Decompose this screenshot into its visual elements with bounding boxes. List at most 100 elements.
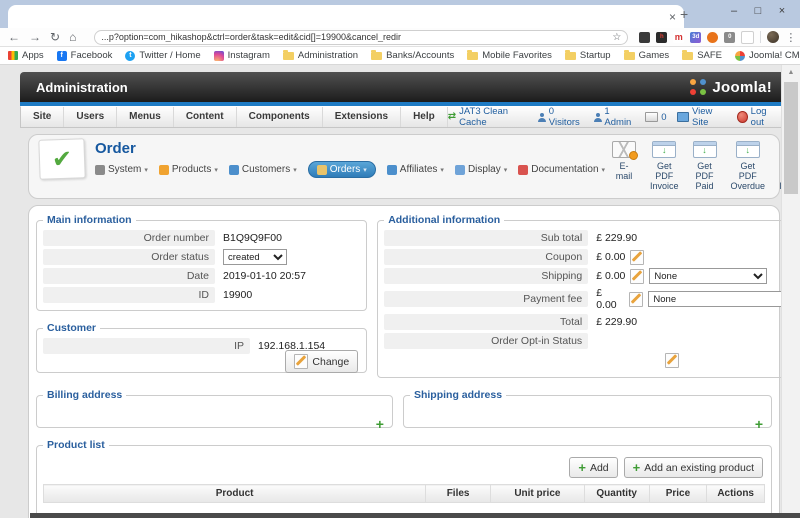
col-unit-price: Unit price [491,485,585,503]
menu-extensions[interactable]: Extensions [323,107,401,127]
messages-status[interactable]: 0 [645,112,666,123]
scrollbar[interactable]: ▲ [781,65,800,518]
menu-site[interactable]: Site [21,107,64,127]
ip-label: IP [43,338,250,354]
joomla-icon [735,51,745,61]
joomla-logo-icon [689,79,707,95]
optin-status-label: Order Opt-in Status [384,333,588,349]
add-shipping-address-icon[interactable]: + [755,417,763,431]
edit-icon[interactable] [629,292,643,307]
minimize-button[interactable]: – [722,2,746,20]
edit-icon[interactable] [665,353,679,368]
customers-icon [229,165,239,175]
instagram-icon [214,51,224,61]
tab-strip: × + – □ × [0,0,800,28]
chevron-down-icon: ▾ [363,166,367,174]
extension-icon[interactable]: m [673,32,684,43]
bookmark-instagram[interactable]: Instagram [214,50,270,61]
sub-total-value: £ 229.90 [588,232,637,244]
clean-cache-link[interactable]: ⇄ JAT3 Clean Cache [448,106,527,128]
home-icon[interactable]: ⌂ [69,31,76,43]
change-customer-button[interactable]: Change [285,350,358,373]
admin-user-icon [594,113,602,122]
admins-status[interactable]: 1 Admin [594,106,635,128]
reload-icon[interactable]: ↻ [50,31,60,43]
maximize-button[interactable]: □ [746,2,770,20]
bookmark-twitter[interactable]: t Twitter / Home [125,50,200,61]
hk-menu-documentation[interactable]: Documentation ▾ [518,164,605,175]
hk-menu-orders[interactable]: Orders ▾ [308,161,376,178]
facebook-icon: f [57,51,67,61]
email-button[interactable]: E-mail [605,139,643,193]
hk-menu-system[interactable]: System ▾ [95,164,148,175]
hk-menu-display[interactable]: Display ▾ [455,164,507,175]
add-product-button[interactable]: + Add [569,457,617,478]
browser-tab[interactable]: × [8,5,684,28]
bookmark-facebook[interactable]: f Facebook [57,50,113,61]
logout-link[interactable]: Log out [737,106,778,128]
extension-icon[interactable] [707,32,718,43]
address-bar[interactable]: p?option=com_hikashop&ctrl=order&task=ed… [94,30,628,45]
add-existing-product-button[interactable]: + Add an existing product [624,457,763,478]
extension-icon[interactable]: 3d [690,32,701,43]
new-tab-button[interactable]: + [680,6,688,22]
get-pdf-paid-button[interactable]: Get PDF Paid [686,139,724,193]
extension-icon[interactable] [639,32,650,43]
get-pdf-invoice-button[interactable]: Get PDF Invoice [643,139,686,193]
coupon-value: £ 0.00 [596,251,625,263]
bookmark-folder-safe[interactable]: SAFE [682,50,722,61]
bookmark-joomla-api[interactable]: Joomla! CMS 2.5 API [735,50,800,61]
add-billing-address-icon[interactable]: + [376,417,384,431]
chevron-down-icon: ▾ [440,166,444,174]
date-value: 2019-01-10 20:57 [215,270,306,282]
forward-nav-icon[interactable]: → [29,31,41,43]
bookmark-folder-administration[interactable]: Administration [283,50,358,61]
scrollbar-thumb[interactable] [784,82,798,194]
get-pdf-overdue-button[interactable]: Get PDF Overdue [724,139,773,193]
logout-icon [737,111,748,123]
back-nav-icon[interactable]: ← [8,31,20,43]
affiliates-icon [387,165,397,175]
edit-icon[interactable] [630,269,644,284]
display-icon [455,165,465,175]
order-status-label: Order status [43,249,215,265]
hk-menu-customers[interactable]: Customers ▾ [229,164,297,175]
hk-menu-products[interactable]: Products ▾ [159,164,218,175]
main-information-panel: Main information Order number B1Q9Q9F00 … [36,214,367,311]
scroll-up-arrow-icon[interactable]: ▲ [782,65,800,80]
apps-shortcut[interactable]: Apps [8,50,44,61]
menu-menus[interactable]: Menus [117,107,174,127]
menu-users[interactable]: Users [64,107,117,127]
extension-icon[interactable]: h [656,32,667,43]
order-number-label: Order number [43,230,215,246]
edit-icon[interactable] [630,250,644,265]
visitors-status[interactable]: 0 Visitors [538,106,583,128]
pdf-extension-icon[interactable] [741,31,754,44]
browser-menu-icon[interactable]: ⋮ [785,31,796,44]
payment-select[interactable]: None [648,291,800,307]
bookmarks-bar: Apps f Facebook t Twitter / Home Instagr… [0,47,800,65]
bookmark-folder-startup[interactable]: Startup [565,50,611,61]
hikashop-toolbar: ✔ Order System ▾ Products [28,134,780,199]
menu-content[interactable]: Content [174,107,237,127]
bookmark-folder-banks[interactable]: Banks/Accounts [371,50,454,61]
order-check-icon: ✔ [38,138,85,180]
menu-help[interactable]: Help [401,107,448,127]
menu-components[interactable]: Components [237,107,323,127]
url-text[interactable]: p?option=com_hikashop&ctrl=order&task=ed… [101,32,608,42]
extension-icon[interactable]: 0 [724,32,735,43]
profile-avatar[interactable] [767,31,779,43]
bookmark-folder-games[interactable]: Games [624,50,670,61]
tab-close-icon[interactable]: × [669,11,676,23]
window-bottom-edge [30,513,800,518]
order-status-select[interactable]: created [223,249,287,265]
view-site-link[interactable]: View Site [677,106,726,128]
close-button[interactable]: × [770,2,794,20]
sub-total-label: Sub total [384,230,588,246]
admin-menubar: Site Users Menus Content Components Exte… [20,106,788,128]
bookmark-folder-mobile-favorites[interactable]: Mobile Favorites [467,50,552,61]
total-value: £ 229.90 [588,316,637,328]
hk-menu-affiliates[interactable]: Affiliates ▾ [387,164,444,175]
shipping-select[interactable]: None [649,268,767,284]
bookmark-star-icon[interactable]: ☆ [612,32,621,43]
